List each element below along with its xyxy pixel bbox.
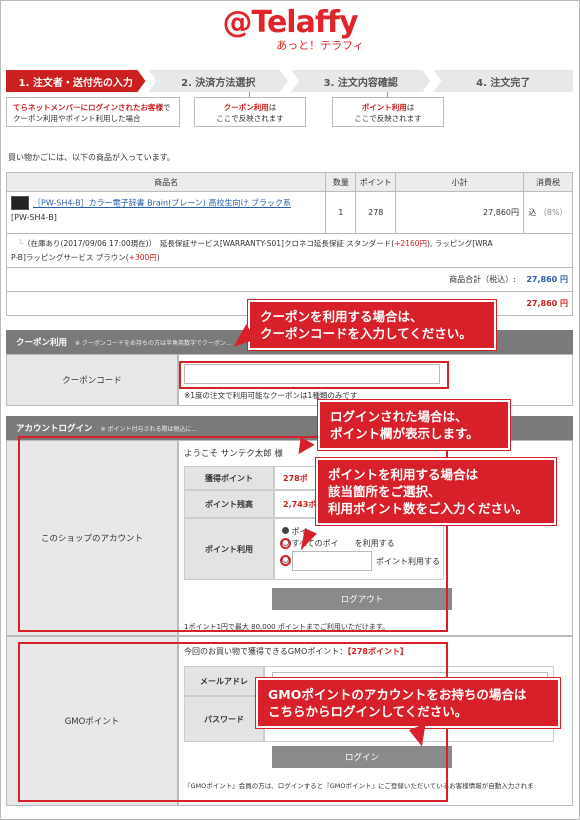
coupon-note-red: クーポン利用 bbox=[223, 103, 269, 112]
tax-rate: （8%） bbox=[538, 208, 568, 217]
subtotal-cell: 27,860円 bbox=[395, 191, 525, 234]
option-price-2: +300円 bbox=[128, 252, 157, 262]
callout-login: ログインされた場合は、 ポイント欄が表示します。 bbox=[317, 399, 511, 451]
tax-prefix: 込 bbox=[528, 208, 537, 217]
account-header-note: ※ ポイント付与される際は税込に... bbox=[100, 425, 198, 433]
coupon-note: クーポン利用は ここで反映されます bbox=[194, 97, 306, 127]
qty-cell: 1 bbox=[325, 191, 357, 234]
total-label: 商品合計（税込）: bbox=[449, 275, 516, 284]
option-text-1: （在庫あり(2017/09/06 17:00現在)） 延長保証サービス[WARR… bbox=[23, 238, 395, 248]
tax-cell: 込 （8%） bbox=[523, 191, 573, 234]
option-price-1: +2160円 bbox=[394, 238, 428, 248]
callout-gmo: GMOポイントのアカウントをお持ちの場合は こちらからログインしてください。 bbox=[255, 677, 561, 729]
option-text-2: ), ラッピング[WRA bbox=[427, 238, 493, 248]
grand-total-value: 27,860 円 bbox=[526, 299, 568, 308]
point-note-tail: は bbox=[406, 103, 415, 112]
cart-intro: 買い物かごには、以下の商品が入っています。 bbox=[8, 153, 175, 162]
account-header-title: アカウントログイン bbox=[16, 424, 93, 434]
coupon-highlight bbox=[179, 361, 449, 389]
connector-line bbox=[249, 92, 250, 97]
cart-table: 商品名 数量 ポイント 小計 消費税 ［PW-SH4-B］カラー電子辞書 Bra… bbox=[5, 172, 573, 316]
product-link[interactable]: ［PW-SH4-B］カラー電子辞書 Brain(ブレーン) 高校生向け ブラック… bbox=[33, 199, 291, 208]
logo-text: @Telaffy bbox=[222, 5, 358, 40]
step-4: 4. 注文完了 bbox=[433, 70, 573, 92]
product-code: [PW-SH4-B] bbox=[11, 212, 57, 222]
coupon-label-cell: クーポンコード bbox=[6, 354, 178, 406]
col-product: 商品名 bbox=[5, 172, 327, 192]
col-tax: 消費税 bbox=[523, 172, 573, 192]
coupon-header-note: ※ クーポンコードをお持ちの方は半角英数字でクーポン... bbox=[75, 339, 232, 347]
callout-points: ポイントを利用する場合は 該当箇所をご選択、 利用ポイント数をご入力ください。 bbox=[315, 457, 557, 526]
point-note-line2: ここで反映されます bbox=[354, 114, 422, 123]
option-text-4: ) bbox=[156, 252, 160, 262]
step-2: 2. 決済方法選択 bbox=[149, 70, 289, 92]
product-thumbnail[interactable] bbox=[11, 196, 29, 210]
site-logo[interactable]: @Telaffy あっと！テラフィ bbox=[0, 6, 580, 52]
connector-line bbox=[387, 92, 388, 97]
member-note-red: てらネットメンバーにログインされたお客様 bbox=[13, 103, 163, 112]
coupon-label: クーポンコード bbox=[62, 376, 122, 386]
coupon-note-tail: は bbox=[268, 103, 277, 112]
col-points: ポイント bbox=[355, 172, 397, 192]
point-note-red: ポイント利用 bbox=[361, 103, 407, 112]
callout-coupon: クーポンを利用する場合は、 クーポンコードを入力してください。 bbox=[247, 299, 497, 351]
checkout-steps: 1. 注文者・送付先の入力 2. 決済方法選択 3. 注文内容確認 4. 注文完… bbox=[6, 70, 573, 92]
points-cell: 278 bbox=[355, 191, 397, 234]
option-text-3: P-B]ラッピングサービス ブラウン( bbox=[11, 252, 129, 262]
option-cell: └（在庫あり(2017/09/06 17:00現在)） 延長保証サービス[WAR… bbox=[6, 233, 573, 268]
total-cell: 商品合計（税込）: 27,860 円 bbox=[6, 267, 573, 292]
coupon-note-line2: ここで反映されます bbox=[216, 114, 284, 123]
logo-subtext: あっと！テラフィ bbox=[276, 39, 364, 52]
member-note-tail: で bbox=[163, 103, 171, 112]
coupon-header-title: クーポン利用 bbox=[16, 338, 68, 348]
point-note: ポイント利用は ここで反映されます bbox=[332, 97, 444, 127]
total-value: 27,860 円 bbox=[526, 275, 568, 284]
col-subtotal: 小計 bbox=[395, 172, 525, 192]
step-3: 3. 注文内容確認 bbox=[291, 70, 431, 92]
col-qty: 数量 bbox=[325, 172, 357, 192]
member-note-line2: クーポン利用やポイント利用した場合 bbox=[13, 114, 141, 123]
step-1: 1. 注文者・送付先の入力 bbox=[6, 70, 146, 92]
product-cell: ［PW-SH4-B］カラー電子辞書 Brain(ブレーン) 高校生向け ブラック… bbox=[5, 191, 327, 234]
member-note: てらネットメンバーにログインされたお客様で クーポン利用やポイント利用した場合 bbox=[6, 97, 180, 127]
